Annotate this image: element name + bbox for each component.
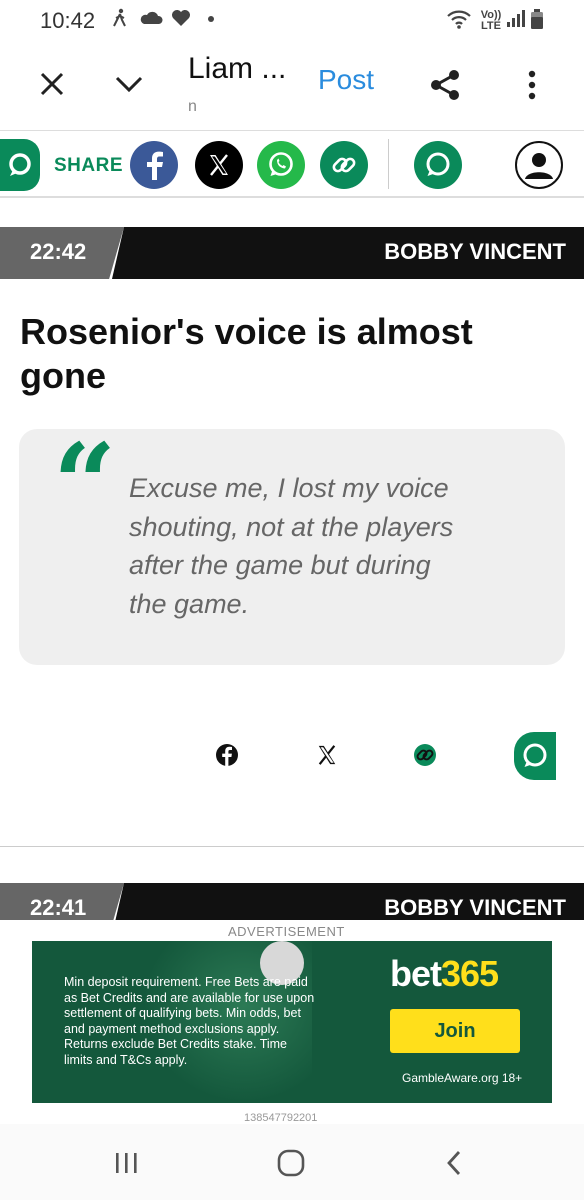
wifi-calling-icon bbox=[446, 8, 474, 36]
share-bar: SHARE bbox=[0, 130, 584, 198]
entry-x-twitter-icon[interactable] bbox=[312, 740, 342, 770]
recent-apps-icon[interactable] bbox=[112, 1148, 142, 1178]
live-blog-logo-icon bbox=[0, 139, 40, 191]
quote-block: “ Excuse me, I lost my voice shouting, n… bbox=[19, 429, 565, 665]
entry-time: 22:41 bbox=[30, 895, 87, 920]
ad-banner[interactable]: Min deposit requirement. Free Bets are p… bbox=[32, 941, 552, 1103]
close-icon[interactable] bbox=[30, 62, 74, 106]
walking-icon bbox=[112, 8, 128, 34]
signal-icon bbox=[506, 8, 526, 34]
more-options-icon[interactable] bbox=[512, 62, 552, 108]
entry-facebook-icon[interactable] bbox=[212, 740, 242, 770]
entry-headline: Rosenior's voice is almost gone bbox=[20, 311, 473, 396]
share-divider bbox=[388, 139, 389, 189]
facebook-icon[interactable] bbox=[130, 141, 178, 189]
ad-gamble-aware: GambleAware.org 18+ bbox=[402, 1071, 523, 1085]
share-icon[interactable] bbox=[422, 62, 468, 108]
post-button[interactable]: Post bbox=[318, 64, 374, 96]
share-label: SHARE bbox=[54, 155, 124, 176]
chevron-down-icon[interactable] bbox=[106, 62, 152, 106]
x-twitter-icon[interactable] bbox=[195, 141, 243, 189]
cloud-icon bbox=[138, 8, 164, 34]
ad-brand-logo: bet365 bbox=[390, 953, 499, 994]
dot-icon bbox=[206, 8, 216, 34]
entry-author: BOBBY VINCENT bbox=[384, 895, 566, 920]
entry-copy-link-icon[interactable] bbox=[410, 740, 440, 770]
ad-id: 138547792201 bbox=[244, 1112, 318, 1124]
copy-link-icon[interactable] bbox=[320, 141, 368, 189]
home-icon[interactable] bbox=[276, 1148, 306, 1178]
back-icon[interactable] bbox=[440, 1148, 470, 1178]
browser-top-bar: Liam ... n Post bbox=[0, 42, 584, 130]
ad-join-button[interactable]: Join bbox=[390, 1009, 520, 1053]
comment-icon[interactable] bbox=[414, 141, 462, 189]
heart-icon bbox=[170, 8, 192, 34]
user-account-icon[interactable] bbox=[515, 141, 563, 189]
whatsapp-icon[interactable] bbox=[257, 141, 305, 189]
entry-time: 22:42 bbox=[30, 239, 87, 264]
volte-icon: Vo)) LTE bbox=[480, 9, 502, 32]
battery-icon bbox=[530, 8, 544, 36]
status-bar: 10:42 Vo)) LTE bbox=[0, 0, 584, 42]
entry-divider bbox=[0, 846, 584, 847]
system-navigation-bar bbox=[0, 1124, 584, 1200]
entry-comment-icon[interactable] bbox=[514, 732, 556, 780]
status-time: 10:42 bbox=[40, 8, 96, 33]
page-subtitle: n bbox=[188, 98, 197, 115]
ad-label: ADVERTISEMENT bbox=[228, 924, 345, 939]
quote-text: Excuse me, I lost my voice shouting, not… bbox=[129, 473, 454, 619]
quote-mark-icon: “ bbox=[53, 419, 117, 548]
ad-disclaimer: Min deposit requirement. Free Bets are p… bbox=[64, 975, 315, 1067]
page-title: Liam ... bbox=[188, 52, 287, 85]
entry-author: BOBBY VINCENT bbox=[384, 239, 566, 264]
live-entry-header: 22:42 BOBBY VINCENT bbox=[0, 227, 584, 279]
